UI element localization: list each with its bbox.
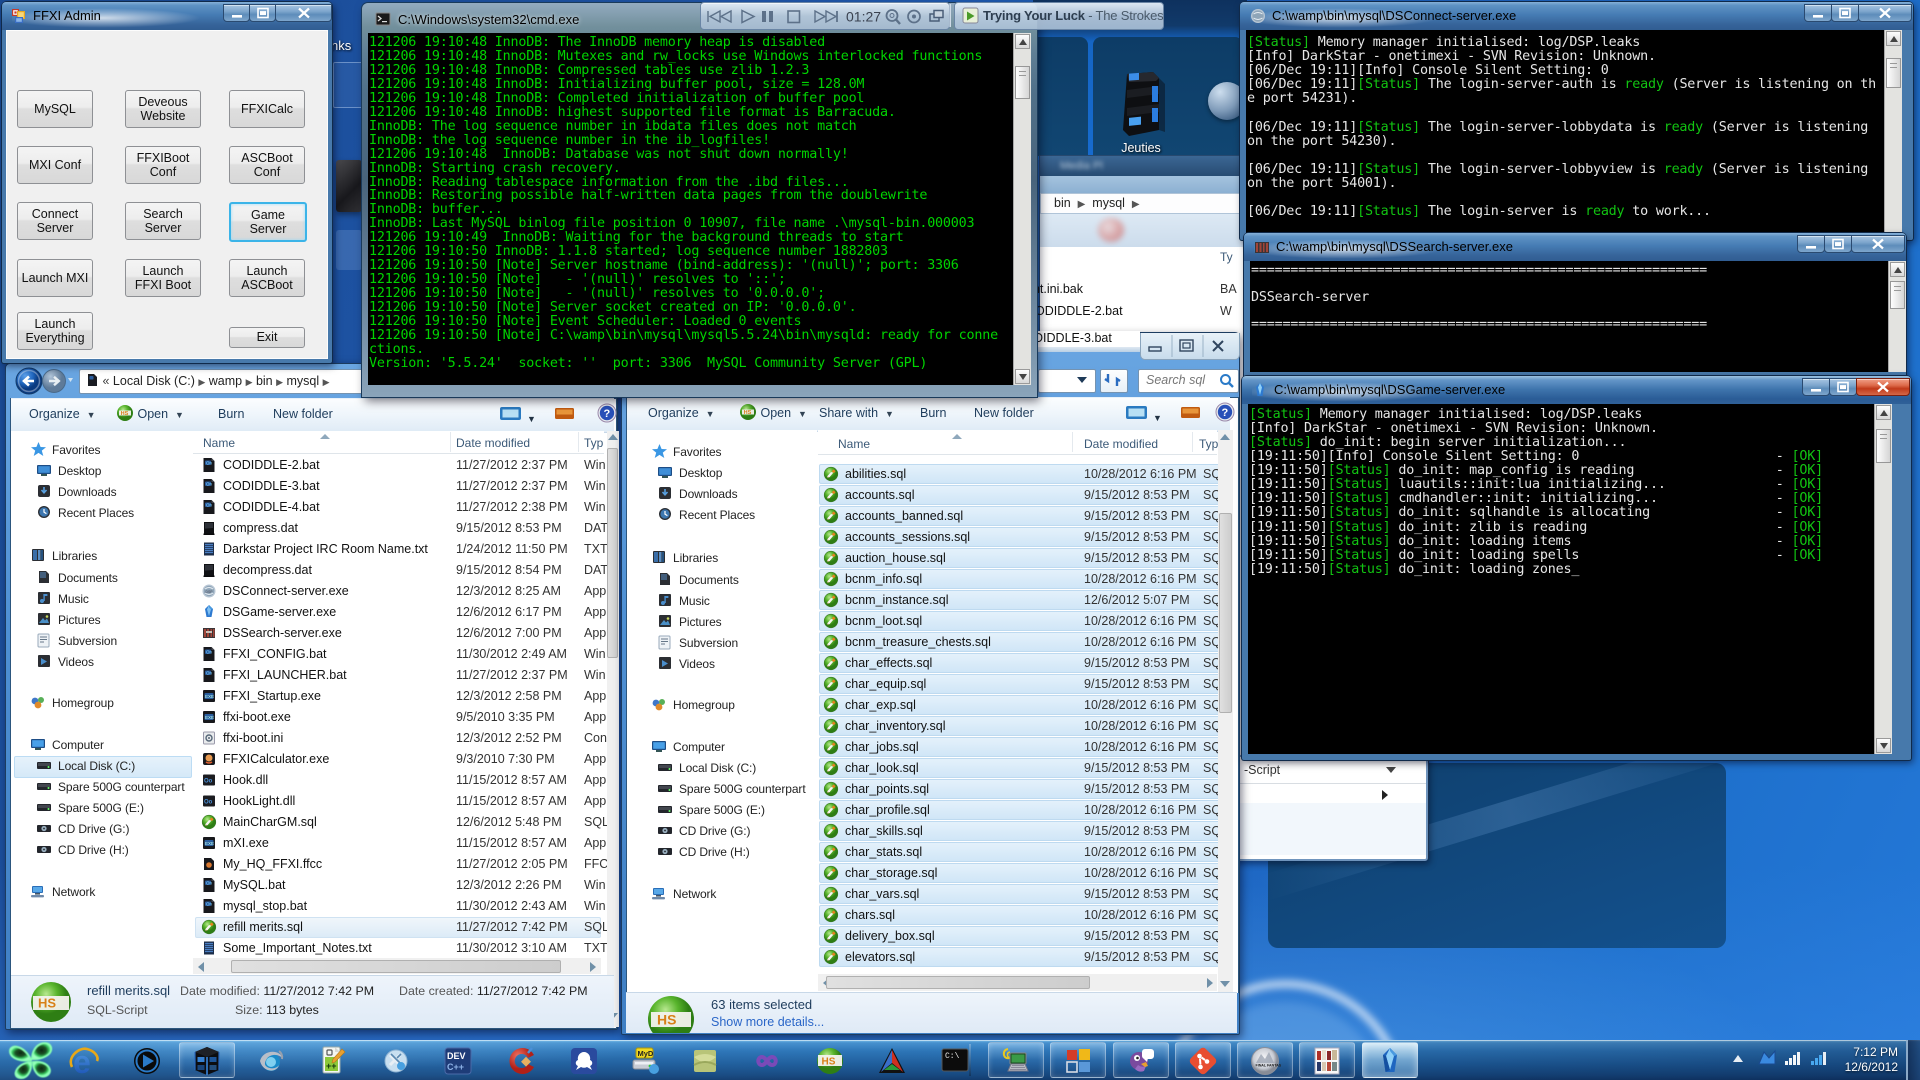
svg-text:EXE: EXE <box>205 715 214 720</box>
svg-text:On: On <box>206 460 213 465</box>
svg-text:C++: C++ <box>447 1062 464 1072</box>
svg-text:HS: HS <box>121 411 129 417</box>
svg-text:On: On <box>206 670 213 675</box>
svg-text:EXE: EXE <box>205 841 214 846</box>
svg-text:DSP: DSP <box>206 590 214 594</box>
svg-text:Oo: Oo <box>204 800 213 806</box>
svg-text:?: ? <box>604 408 611 420</box>
svg-text:++: ++ <box>326 1061 337 1071</box>
svg-text:HS: HS <box>822 1057 836 1068</box>
svg-text:On: On <box>206 880 213 885</box>
svg-text:HS: HS <box>38 996 56 1011</box>
svg-text:On: On <box>206 649 213 654</box>
svg-text:MyD: MyD <box>638 1049 654 1058</box>
svg-text:01:27: 01:27 <box>846 9 881 25</box>
svg-text:FINAL FANTASY XI: FINAL FANTASY XI <box>1256 1064 1282 1068</box>
svg-text:Jeuties: Jeuties <box>1121 141 1161 155</box>
svg-text:On: On <box>206 502 213 507</box>
svg-text:Oo: Oo <box>204 779 213 785</box>
svg-text:EXE: EXE <box>205 694 214 699</box>
svg-text:HS: HS <box>657 1012 676 1028</box>
svg-text:On: On <box>206 901 213 906</box>
svg-text:C:\: C:\ <box>945 1052 960 1061</box>
svg-text:DEV: DEV <box>447 1051 466 1061</box>
svg-text:HS: HS <box>744 410 752 416</box>
svg-text:?: ? <box>1222 407 1229 419</box>
svg-text:On: On <box>206 481 213 486</box>
